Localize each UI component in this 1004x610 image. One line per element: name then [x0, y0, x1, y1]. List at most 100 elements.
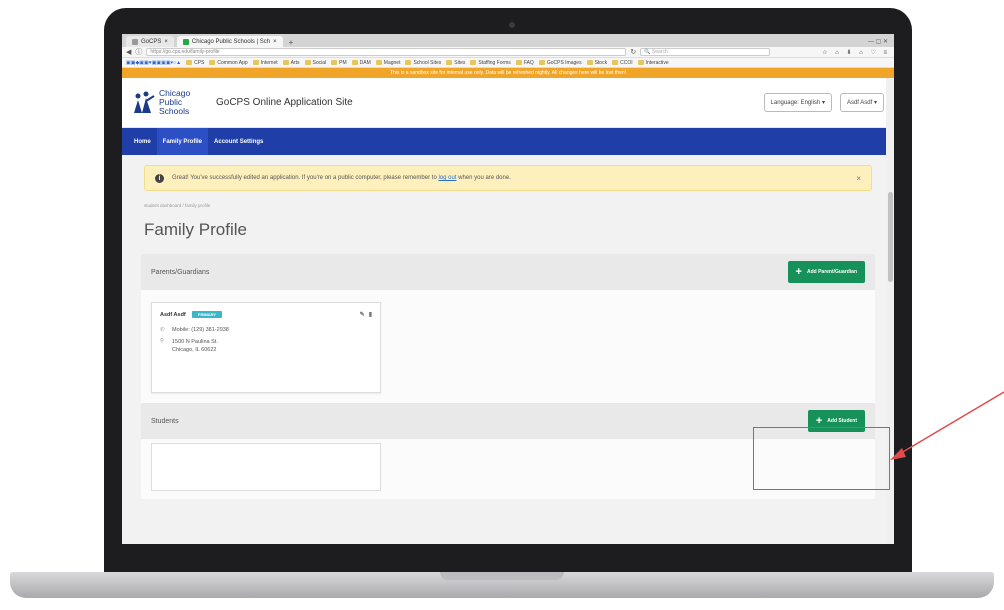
bookmark-item[interactable]: Common App — [209, 59, 248, 66]
bookmark-item[interactable]: Sites — [446, 60, 465, 66]
tab-close-icon[interactable]: × — [273, 39, 277, 45]
folder-icon — [304, 60, 311, 65]
parents-heading: Parents/Guardians — [151, 268, 210, 276]
add-parent-button[interactable]: + Add Parent/Guardian — [787, 261, 865, 283]
scrollbar-thumb[interactable] — [888, 192, 893, 282]
close-icon[interactable]: × — [856, 174, 861, 183]
bookmark-label: School Sites — [413, 59, 442, 66]
tab-close-icon[interactable]: × — [164, 39, 168, 45]
bookmark-label: FAQ — [523, 59, 534, 66]
parent-card: Asdf Asdf PRIMARY ✎ ▮ ✆ Mobile: (129) 38… — [151, 302, 381, 393]
search-placeholder: Search — [651, 49, 668, 55]
browser-search-input[interactable]: 🔍 Search — [640, 48, 771, 56]
language-label: Language: English — [770, 100, 821, 106]
browser-tab-cps[interactable]: Chicago Public Schools | Sch × — [176, 36, 283, 47]
alert-text-after: when you are done. — [458, 175, 511, 181]
toolbar-icons[interactable]: ☆ ⌂ ⬇ ⌂ ♡ ≡ — [822, 49, 890, 56]
bookmark-label: CCOI — [620, 59, 633, 66]
laptop-notch — [440, 572, 564, 580]
bookmark-item[interactable]: Internet — [252, 59, 278, 66]
bookmark-item[interactable]: DAM — [351, 60, 371, 66]
success-alert: i Great! You've successfully edited an a… — [144, 165, 872, 191]
bookmark-item[interactable]: Staffing Forms — [470, 59, 511, 66]
plus-icon: + — [815, 414, 823, 427]
alert-text-before: Great! You've successfully edited an app… — [172, 175, 437, 181]
main-nav: Home Family Profile Account Settings — [122, 128, 894, 155]
bookmark-label: Stock — [594, 59, 608, 66]
bookmark-item[interactable]: Stock — [586, 59, 608, 66]
bookmark-item[interactable]: CPS — [186, 60, 204, 66]
site-title: GoCPS Online Application Site — [216, 97, 353, 108]
bookmark-item[interactable]: Magnet — [375, 59, 401, 66]
folder-icon — [538, 60, 545, 65]
chevron-down-icon: ▾ — [821, 100, 825, 106]
folder-icon — [637, 60, 644, 65]
nav-account-settings[interactable]: Account Settings — [208, 128, 269, 155]
folder-icon — [186, 60, 193, 65]
bookmark-label: Arts — [290, 59, 300, 66]
logout-link[interactable]: log out — [438, 175, 456, 181]
folder-icon — [470, 60, 477, 65]
bookmark-item[interactable]: FAQ — [515, 59, 534, 66]
breadcrumb: student dashboard / family profile — [144, 203, 211, 208]
phone-icon: ✆ — [160, 327, 165, 333]
bookmark-label: Internet — [260, 59, 278, 66]
chevron-down-icon: ▾ — [873, 100, 877, 106]
bookmark-item[interactable]: Social — [304, 60, 326, 66]
cps-logo-icon — [132, 91, 156, 115]
tab-favicon-icon — [132, 38, 138, 45]
info-icon[interactable]: ⓘ — [135, 47, 142, 57]
cps-logo[interactable]: Chicago Public Schools — [132, 89, 206, 116]
bookmark-label: Interactive — [645, 59, 669, 66]
window-controls[interactable]: — ▢ ✕ — [868, 38, 894, 47]
user-menu-dropdown[interactable]: Asdf Asdf ▾ — [839, 93, 884, 112]
address-line: Chicago, IL 60622 — [172, 347, 217, 353]
logo-line: Schools — [159, 106, 190, 116]
nav-family-profile[interactable]: Family Profile — [156, 128, 209, 155]
new-tab-icon[interactable]: + — [286, 38, 297, 47]
bookmark-item[interactable]: Interactive — [637, 59, 669, 66]
add-parent-label: Add Parent/Guardian — [806, 269, 857, 275]
parents-section-body: Asdf Asdf PRIMARY ✎ ▮ ✆ Mobile: (129) 38… — [141, 290, 875, 403]
bookmark-item[interactable]: Arts — [282, 59, 300, 66]
browser-tab-gocps[interactable]: GoCPS × — [126, 36, 174, 47]
edit-pencil-icon[interactable]: ✎ — [360, 311, 365, 318]
bookmark-item[interactable]: School Sites — [405, 60, 441, 66]
address-line: 1500 N Paulina St. — [172, 339, 218, 345]
location-pin-icon: ⚲ — [160, 338, 165, 344]
folder-icon — [515, 60, 522, 65]
reload-icon[interactable]: ↻ — [630, 48, 636, 56]
bookmark-label: CPS — [194, 59, 205, 66]
info-circle-icon: i — [155, 173, 164, 183]
folder-icon — [282, 60, 289, 65]
bookmark-label: GoCPS Images — [546, 59, 582, 66]
address-bar[interactable]: https://go.cps.edu/family-profile — [146, 48, 627, 56]
students-heading: Students — [151, 417, 179, 425]
folder-icon — [446, 60, 453, 65]
parents-section-header: Parents/Guardians + Add Parent/Guardian — [141, 254, 875, 290]
bookmark-item[interactable]: GoCPS Images — [538, 59, 582, 66]
bookmark-label: Common App — [217, 59, 248, 66]
page-title: Family Profile — [144, 220, 247, 239]
nav-home[interactable]: Home — [128, 128, 157, 155]
bookmark-label: PM — [339, 59, 347, 66]
add-student-label: Add Student — [827, 418, 857, 424]
alert-text: Great! You've successfully edited an app… — [172, 175, 511, 181]
bookmark-item[interactable]: PM — [331, 60, 347, 66]
user-name: Asdf Asdf — [846, 100, 873, 106]
annotation-highlight-box — [753, 427, 890, 490]
trash-icon[interactable]: ▮ — [369, 311, 372, 318]
browser-toolbar: ◀ ⓘ https://go.cps.edu/family-profile ↻ … — [122, 47, 894, 58]
parent-phone: Mobile: (129) 381-2938 — [172, 327, 229, 333]
bookmark-item[interactable]: CCOI — [612, 60, 633, 66]
folder-icon — [252, 60, 259, 65]
bookmarks-bar: ▣▣◆▣▣♥▣▣▣▣▾○▲ CPS Common App Internet Arts So… — [122, 58, 894, 68]
bookmark-shortcut-icons[interactable]: ▣▣◆▣▣♥▣▣▣▣▾○▲ — [126, 60, 181, 66]
bookmark-label: Magnet — [383, 59, 401, 66]
tab-label: Chicago Public Schools | Sch — [191, 38, 271, 45]
back-icon[interactable]: ◀ — [126, 48, 131, 56]
tab-favicon-icon — [182, 38, 189, 45]
language-dropdown[interactable]: Language: English ▾ — [763, 93, 832, 112]
folder-icon — [375, 60, 382, 65]
bookmark-label: Staffing Forms — [478, 59, 511, 66]
